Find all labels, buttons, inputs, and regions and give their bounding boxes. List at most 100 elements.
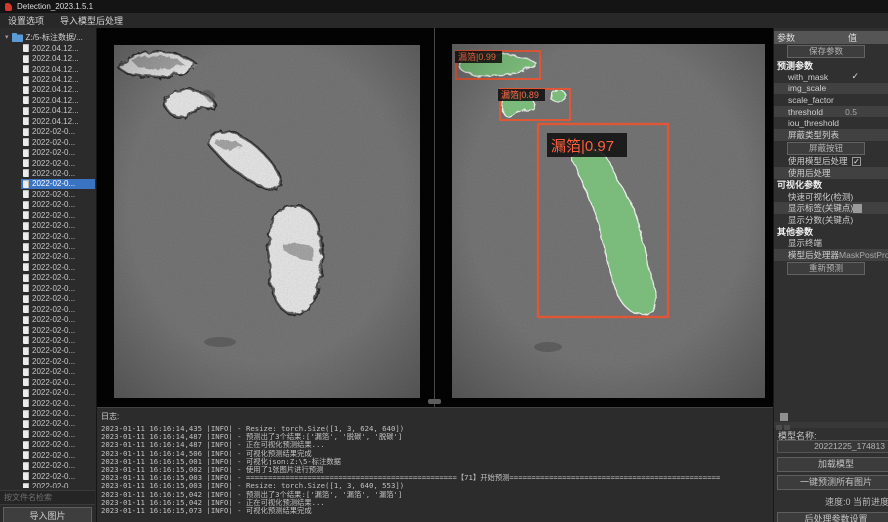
tree-item[interactable]: 2022.04.12...: [21, 74, 95, 84]
tree-item[interactable]: 2022-02-0...: [21, 147, 95, 157]
file-icon: [23, 430, 29, 438]
log-panel[interactable]: 日志: 2023-01-11 16:16:14,435 |INFO| - Res…: [97, 407, 773, 522]
param-label: 使用模型后处理: [788, 155, 848, 167]
model-name-field[interactable]: 20221225_174813: [777, 440, 888, 453]
tree-item[interactable]: 2022.04.12...: [21, 95, 95, 105]
tree-item[interactable]: 2022-02-0...: [21, 461, 95, 471]
image-viewer: 漏箔|0.99 漏箔|0.89 漏箔|0.97: [97, 28, 773, 407]
viewer-splitter-grip[interactable]: [428, 399, 441, 404]
tree-item-label: 2022-02-0...: [32, 378, 75, 387]
tree-item[interactable]: 2022-02-0...: [21, 398, 95, 408]
tree-item[interactable]: 2022-02-0: [21, 481, 95, 488]
param-row[interactable]: 显示分数(关键点): [774, 214, 888, 226]
menu-item-settings[interactable]: 设置选项: [8, 14, 44, 27]
tree-item[interactable]: 2022-02-0...: [21, 346, 95, 356]
tree-item[interactable]: 2022-02-0...: [21, 179, 95, 189]
check-icon[interactable]: ✓: [851, 71, 859, 82]
prediction-image-pane[interactable]: 漏箔|0.99 漏箔|0.89 漏箔|0.97: [452, 44, 765, 398]
tree-item-label: 2022-02-0...: [32, 440, 75, 449]
tree-root[interactable]: ▾ Z:/5-标注数据/...: [0, 31, 95, 43]
tree-item[interactable]: 2022.04.12...: [21, 43, 95, 53]
tree-item[interactable]: 2022-02-0...: [21, 429, 95, 439]
tree-item[interactable]: 2022-02-0...: [21, 189, 95, 199]
predict-all-button[interactable]: 一键预测所有图片: [777, 475, 888, 490]
param-row[interactable]: img_scale: [774, 83, 888, 95]
tree-item-label: 2022-02-0...: [32, 252, 75, 261]
file-icon: [23, 462, 29, 470]
tree-item[interactable]: 2022-02-0...: [21, 325, 95, 335]
checkbox-unchecked[interactable]: [853, 204, 862, 213]
postprocess-settings-button[interactable]: 后处理参数设置: [777, 512, 888, 522]
tree-item[interactable]: 2022-02-0...: [21, 450, 95, 460]
param-row[interactable]: 显示终端: [774, 238, 888, 250]
param-row[interactable]: 模型后处理器MaskPostPro: [774, 249, 888, 261]
param-action-button[interactable]: 重新预测: [787, 262, 865, 275]
tree-item[interactable]: 2022.04.12...: [21, 64, 95, 74]
tree-item[interactable]: 2022-02-0...: [21, 137, 95, 147]
file-icon: [23, 347, 29, 355]
tree-item[interactable]: 2022-02-0...: [21, 304, 95, 314]
param-row[interactable]: with_mask✓: [774, 71, 888, 83]
load-model-button[interactable]: 加载模型: [777, 457, 888, 472]
tree-item-label: 2022-02-0...: [32, 346, 75, 355]
tree-item-label: 2022-02-0...: [32, 367, 75, 376]
tree-item-label: 2022.04.12...: [32, 54, 79, 63]
param-action-button[interactable]: 屏蔽按钮: [787, 142, 865, 155]
tree-item[interactable]: 2022-02-0...: [21, 262, 95, 272]
tree-item[interactable]: 2022-02-0...: [21, 356, 95, 366]
tree-item[interactable]: 2022-02-0...: [21, 387, 95, 397]
param-row[interactable]: 快速可视化(检测): [774, 191, 888, 203]
param-row[interactable]: 显示标签(关键点): [774, 202, 888, 214]
tree-item[interactable]: 2022-02-0...: [21, 127, 95, 137]
param-label: 显示分数(关键点): [788, 214, 853, 226]
param-row[interactable]: threshold0.5: [774, 106, 888, 118]
tree-item-label: 2022-02-0...: [32, 232, 75, 241]
tree-item[interactable]: 2022-02-0...: [21, 335, 95, 345]
param-action-button[interactable]: 保存参数: [787, 45, 865, 58]
tree-item-label: 2022-02-0...: [32, 336, 75, 345]
tree-item[interactable]: 2022-02-0...: [21, 273, 95, 283]
checkbox-checked[interactable]: ✓: [852, 157, 861, 166]
tree-item[interactable]: 2022-02-0...: [21, 210, 95, 220]
tree-item[interactable]: 2022-02-0...: [21, 367, 95, 377]
param-row[interactable]: 使用模型后处理 ✓: [774, 156, 888, 168]
original-image-pane[interactable]: [114, 45, 420, 398]
param-row[interactable]: 使用后处理: [774, 167, 888, 179]
tree-item[interactable]: 2022-02-0...: [21, 200, 95, 210]
menu-item-import-postprocess[interactable]: 导入模型后处理: [60, 14, 123, 27]
file-tree[interactable]: ▾ Z:/5-标注数据/... 2022.04.12... 2022.04.12…: [0, 31, 95, 488]
chevron-down-icon[interactable]: ▾: [5, 34, 9, 41]
tree-item[interactable]: 2022-02-0...: [21, 158, 95, 168]
scrollbar-corner[interactable]: [780, 413, 788, 421]
tree-item[interactable]: 2022.04.12...: [21, 53, 95, 63]
param-label: 快速可视化(检测): [788, 191, 853, 203]
param-section-title: 其他参数: [774, 226, 888, 238]
tree-item[interactable]: 2022.04.12...: [21, 116, 95, 126]
tree-item[interactable]: 2022-02-0...: [21, 377, 95, 387]
tree-item[interactable]: 2022-02-0...: [21, 231, 95, 241]
tree-item[interactable]: 2022-02-0...: [21, 168, 95, 178]
tree-item[interactable]: 2022-02-0...: [21, 283, 95, 293]
file-icon: [23, 253, 29, 261]
tree-item[interactable]: 2022-02-0...: [21, 408, 95, 418]
tree-item[interactable]: 2022.04.12...: [21, 85, 95, 95]
tree-item[interactable]: 2022-02-0...: [21, 471, 95, 481]
tree-item[interactable]: 2022-02-0...: [21, 294, 95, 304]
tree-item[interactable]: 2022-02-0...: [21, 419, 95, 429]
tree-item[interactable]: 2022-02-0...: [21, 252, 95, 262]
param-label: 显示标签(关键点): [788, 202, 853, 214]
file-icon: [23, 159, 29, 167]
tree-item[interactable]: 2022-02-0...: [21, 241, 95, 251]
tree-item[interactable]: 2022-02-0...: [21, 220, 95, 230]
tree-item-label: 2022.04.12...: [32, 106, 79, 115]
import-images-button[interactable]: 导入图片: [3, 507, 92, 522]
tree-item[interactable]: 2022.04.12...: [21, 106, 95, 116]
viewer-splitter[interactable]: [434, 28, 435, 407]
tree-item[interactable]: 2022-02-0...: [21, 440, 95, 450]
param-row[interactable]: scale_factor: [774, 94, 888, 106]
search-input[interactable]: [0, 490, 95, 505]
tree-item[interactable]: 2022-02-0...: [21, 314, 95, 324]
param-row[interactable]: iou_threshold: [774, 117, 888, 129]
param-row[interactable]: 屏蔽类型列表: [774, 129, 888, 141]
file-icon: [23, 284, 29, 292]
